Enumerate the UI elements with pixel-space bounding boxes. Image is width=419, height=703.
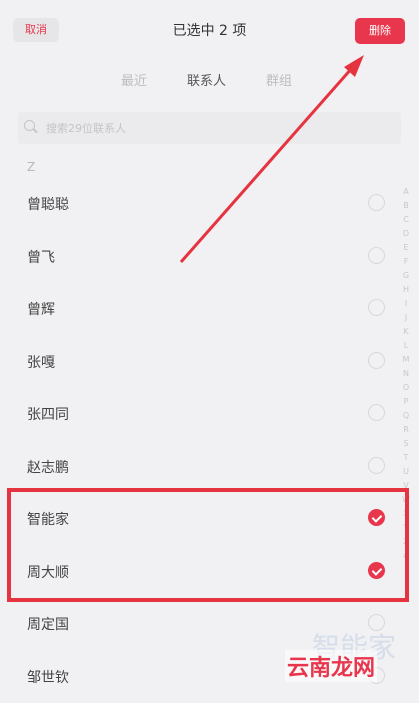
contact-name: 赵志鹏 bbox=[27, 459, 69, 476]
index-letter[interactable]: S bbox=[401, 437, 411, 451]
index-letter[interactable]: I bbox=[401, 297, 411, 311]
index-letter[interactable]: Q bbox=[401, 409, 411, 423]
contact-name: 曾飞 bbox=[27, 249, 55, 266]
contact-name: 张四同 bbox=[27, 407, 69, 423]
index-letter[interactable]: B bbox=[401, 199, 411, 213]
contact-row[interactable]: 张四同 bbox=[0, 388, 419, 440]
section-header: Z bbox=[27, 160, 36, 174]
index-letter[interactable]: H bbox=[401, 283, 411, 297]
contact-row[interactable]: 张嘎 bbox=[0, 336, 419, 388]
tab-groups[interactable]: 群组 bbox=[266, 70, 292, 89]
unchecked-circle-icon[interactable] bbox=[368, 299, 385, 316]
index-letter[interactable]: F bbox=[401, 255, 411, 269]
unchecked-circle-icon[interactable] bbox=[368, 404, 385, 421]
unchecked-circle-icon[interactable] bbox=[368, 194, 385, 211]
delete-button[interactable]: 删除 bbox=[355, 18, 405, 44]
index-letter[interactable]: O bbox=[401, 381, 411, 395]
index-letter[interactable]: A bbox=[401, 185, 411, 199]
contact-name: 张嘎 bbox=[27, 354, 55, 371]
index-letter[interactable]: R bbox=[401, 423, 411, 437]
index-letter[interactable]: D bbox=[401, 227, 411, 241]
index-letter[interactable]: G bbox=[401, 269, 411, 283]
contact-name: 邹世钦 bbox=[27, 669, 69, 686]
index-letter[interactable]: P bbox=[401, 395, 411, 409]
contact-row[interactable]: 曾辉 bbox=[0, 283, 419, 335]
index-letter[interactable]: K bbox=[401, 325, 411, 339]
index-letter[interactable]: U bbox=[401, 465, 411, 479]
search-input[interactable]: 搜索29位联系人 bbox=[18, 112, 401, 144]
index-letter[interactable]: T bbox=[401, 451, 411, 465]
contact-row[interactable]: 曾聪聪 bbox=[0, 178, 419, 230]
highlight-box bbox=[7, 488, 409, 602]
unchecked-circle-icon[interactable] bbox=[368, 456, 385, 474]
index-letter[interactable]: L bbox=[401, 339, 411, 353]
index-letter[interactable]: E bbox=[401, 241, 411, 255]
top-bar: 取消 已选中 2 项 删除 bbox=[0, 0, 419, 62]
contact-row[interactable]: 赵志鹏 bbox=[0, 441, 419, 493]
contact-name: 曾辉 bbox=[27, 302, 55, 318]
index-letter[interactable]: N bbox=[401, 367, 411, 381]
unchecked-circle-icon[interactable] bbox=[368, 351, 385, 369]
contact-name: 周定国 bbox=[27, 617, 69, 633]
tab-recent[interactable]: 最近 bbox=[121, 70, 147, 89]
contact-name: 曾聪聪 bbox=[27, 197, 69, 213]
watermark-site: 云南龙网 bbox=[285, 650, 378, 682]
search-icon bbox=[24, 120, 35, 131]
index-letter[interactable]: C bbox=[401, 213, 411, 227]
tab-contacts[interactable]: 联系人 bbox=[187, 70, 226, 89]
contact-row[interactable]: 曾飞 bbox=[0, 231, 419, 283]
search-placeholder: 搜索29位联系人 bbox=[46, 122, 126, 135]
index-letter[interactable]: J bbox=[401, 311, 411, 325]
unchecked-circle-icon[interactable] bbox=[368, 246, 385, 264]
tab-bar: 最近 联系人 群组 bbox=[0, 66, 419, 92]
index-letter[interactable]: M bbox=[401, 353, 411, 367]
